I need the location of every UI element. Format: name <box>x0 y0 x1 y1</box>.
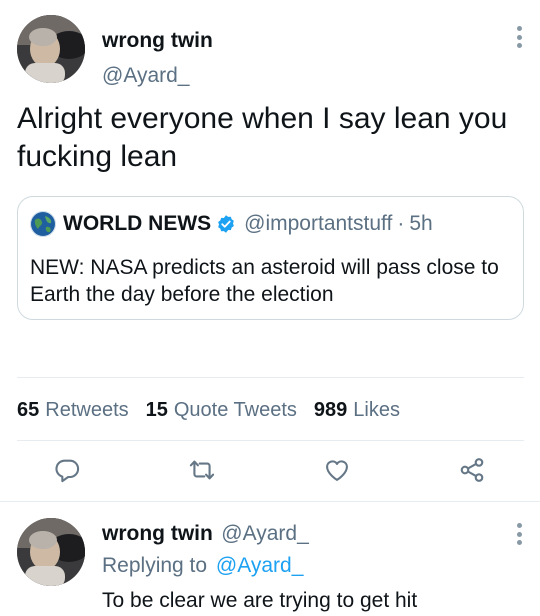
author-name[interactable]: wrong twin <box>102 29 213 53</box>
retweets-stat[interactable]: 65 Retweets <box>17 399 129 422</box>
likes-label: Likes <box>353 399 400 421</box>
replying-to-label: Replying to <box>102 554 208 577</box>
reply-author-handle[interactable]: @Ayard_ <box>221 522 308 545</box>
verified-badge-icon <box>216 214 236 234</box>
quoted-tweet-card[interactable]: WORLD NEWS @importantstuff · 5h NEW: NAS… <box>17 196 524 320</box>
retweets-label: Retweets <box>45 399 129 421</box>
more-vertical-icon[interactable] <box>509 23 529 51</box>
author-avatar[interactable] <box>17 15 85 83</box>
like-icon[interactable] <box>320 453 354 487</box>
avatar-photo <box>17 518 85 586</box>
likes-stat[interactable]: 989 Likes <box>314 399 400 422</box>
reply-author-name[interactable]: wrong twin <box>102 522 213 545</box>
globe-icon <box>30 211 56 237</box>
reply-text: To be clear we are trying to get hit <box>102 589 418 612</box>
meta-separator: · <box>397 212 405 235</box>
reply-icon[interactable] <box>50 453 84 487</box>
likes-count: 989 <box>313 399 348 421</box>
quoted-tweet-time: 5h <box>409 212 433 235</box>
reply-more-vertical-icon[interactable] <box>509 520 529 548</box>
quote-tweets-count: 15 <box>145 399 168 421</box>
stats-divider-bottom <box>17 440 524 441</box>
retweet-icon[interactable] <box>185 453 219 487</box>
quoted-author-name: WORLD NEWS <box>63 212 212 235</box>
reply-author-avatar[interactable] <box>17 518 85 586</box>
replying-to-handle[interactable]: @Ayard_ <box>216 554 303 577</box>
retweets-count: 65 <box>17 399 40 421</box>
reply-divider <box>0 501 540 502</box>
quote-tweets-label: Quote Tweets <box>173 399 297 421</box>
stats-divider-top <box>17 377 524 378</box>
tweet-text: Alright everyone when I say lean you fuc… <box>17 102 508 173</box>
quote-tweets-stat[interactable]: 15 Quote Tweets <box>146 399 297 422</box>
avatar-photo <box>17 15 85 83</box>
quoted-author-avatar <box>30 211 56 237</box>
share-icon[interactable] <box>455 453 489 487</box>
tweet-stats: 65 Retweets 15 Quote Tweets 989 Likes <box>17 399 400 422</box>
quoted-author-handle: @importantstuff <box>244 212 393 235</box>
author-handle[interactable]: @Ayard_ <box>102 64 189 88</box>
quoted-tweet-text: NEW: NASA predicts an asteroid will pass… <box>30 256 499 306</box>
